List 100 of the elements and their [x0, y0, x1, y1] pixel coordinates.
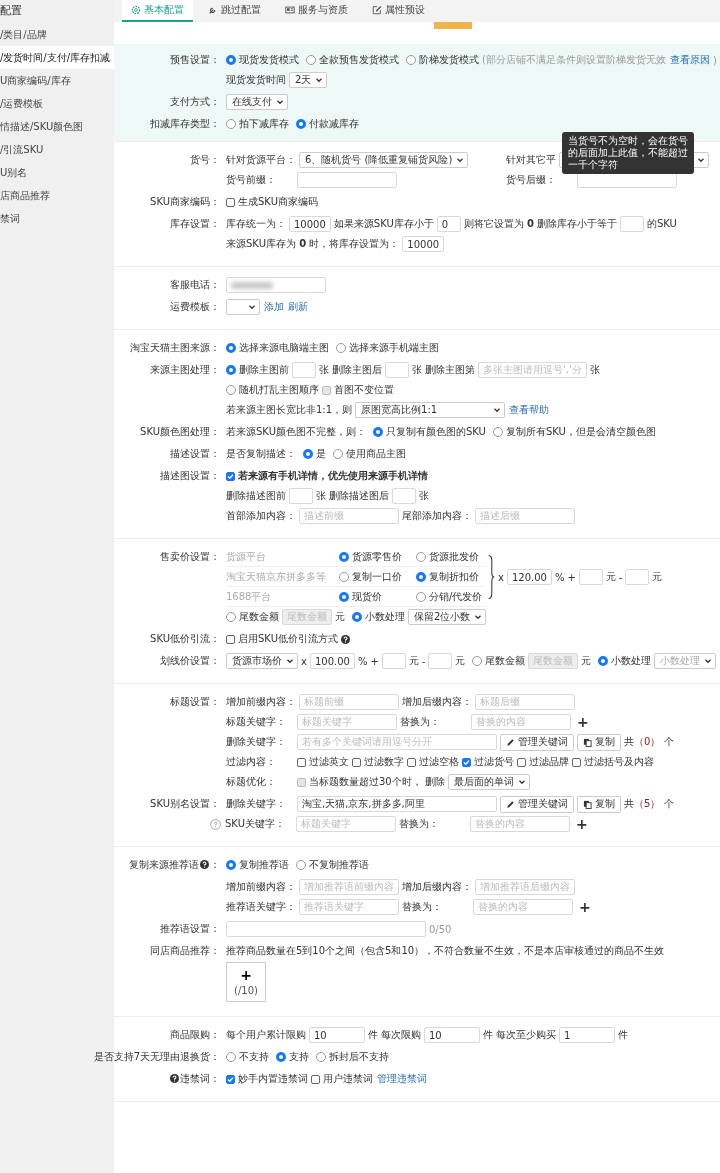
- checkbox-option[interactable]: 过滤英文: [297, 755, 349, 769]
- copy-button[interactable]: 复制: [577, 795, 621, 813]
- form-text: 删除主图后: [332, 363, 382, 377]
- radio-option[interactable]: 付款减库存: [296, 117, 359, 131]
- dropdown[interactable]: 6、随机货号 (降低重复铺货风险): [299, 152, 469, 168]
- radio-option[interactable]: 全款预售发货模式: [306, 53, 399, 67]
- dropdown[interactable]: 最后面的单词: [447, 774, 530, 790]
- row-label: 淘宝天猫主图来源：: [130, 340, 220, 355]
- copy-button[interactable]: 复制: [577, 733, 621, 751]
- radio-option[interactable]: 现货价: [339, 589, 407, 604]
- sidebar-item[interactable]: /运费模板: [0, 92, 114, 115]
- form-text: 来源SKU库存为 0 时，将库存设置为：: [226, 237, 400, 251]
- checkbox-option[interactable]: 生成SKU商家编码: [226, 195, 318, 209]
- form-text: 则将它设置为 0: [463, 217, 534, 231]
- form-text: ): [712, 54, 717, 66]
- input-field[interactable]: 120.00: [506, 569, 552, 585]
- input-field[interactable]: 0: [436, 216, 461, 232]
- radio-option[interactable]: 删除主图前: [226, 363, 289, 377]
- radio-option[interactable]: 尾数金额: [472, 654, 526, 668]
- checkbox-option[interactable]: 过滤品牌: [517, 755, 569, 769]
- radio-option[interactable]: 只复制有颜色图的SKU: [372, 425, 486, 439]
- checkbox-option[interactable]: 过滤货号: [462, 755, 514, 769]
- sidebar-item[interactable]: /发货时间/支付/库存扣减: [0, 46, 114, 69]
- input-field[interactable]: 10000: [289, 216, 331, 232]
- checkbox-option[interactable]: 过滤括号及内容: [572, 755, 654, 769]
- radio-option[interactable]: 不复制推荐语: [296, 858, 369, 872]
- form-text: 元: [652, 570, 663, 584]
- add-button[interactable]: +: [573, 817, 591, 831]
- field-label: 过滤内容：: [226, 755, 277, 769]
- radio-option[interactable]: 小数处理: [598, 654, 652, 668]
- radio-option[interactable]: 货源零售价: [339, 549, 407, 564]
- sidebar-item[interactable]: 禁词: [0, 207, 114, 230]
- form-text: 张: [589, 363, 600, 377]
- checkbox-option[interactable]: 若来源有手机详情，优先使用来源手机详情: [226, 469, 428, 483]
- row-label: 扣减库存类型：: [150, 116, 220, 131]
- radio-option[interactable]: 选择来源手机端主图: [336, 341, 439, 355]
- dropdown[interactable]: 2天: [289, 72, 328, 88]
- count-text: 共（5） 个: [624, 797, 674, 811]
- checkbox-option[interactable]: 用户违禁词: [311, 1072, 373, 1086]
- radio-option[interactable]: 支持: [276, 1050, 309, 1064]
- sidebar-item[interactable]: /类目/品牌: [0, 23, 114, 46]
- row-label: 划线价设置：: [160, 653, 220, 668]
- input-field[interactable]: 100.00: [309, 653, 355, 669]
- checkbox-option[interactable]: 过滤数字: [352, 755, 404, 769]
- link[interactable]: 管理违禁词: [377, 1072, 427, 1086]
- add-button[interactable]: +: [576, 900, 594, 914]
- sidebar-item[interactable]: U别名: [0, 161, 114, 184]
- tab[interactable]: 跳过配置: [199, 0, 270, 22]
- radio-option[interactable]: 复制推荐语: [226, 858, 289, 872]
- tab[interactable]: 属性预设: [363, 0, 434, 22]
- form-text: %: [357, 655, 368, 667]
- sidebar-item[interactable]: 店商品推荐: [0, 184, 114, 207]
- radio-option[interactable]: 拆封后不支持: [316, 1050, 389, 1064]
- sidebar-item[interactable]: /引流SKU: [0, 138, 114, 161]
- dropdown[interactable]: 货源市场价: [226, 653, 298, 669]
- dropdown[interactable]: 保留2位小数: [408, 609, 487, 625]
- radio-option[interactable]: 复制所有SKU，但是会清空颜色图: [492, 425, 656, 439]
- radio-option[interactable]: 随机打乱主图顺序: [226, 383, 319, 397]
- radio-option[interactable]: 小数处理: [352, 610, 405, 624]
- radio-option[interactable]: 复制折扣价: [416, 569, 484, 584]
- checkbox-option[interactable]: 启用SKU低价引流方式: [226, 632, 338, 646]
- form-text: 件: [618, 1028, 628, 1042]
- input-field[interactable]: 10: [309, 1027, 365, 1043]
- link[interactable]: 添加: [264, 300, 284, 314]
- radio-option[interactable]: 是: [303, 447, 326, 461]
- add-button[interactable]: +: [574, 715, 592, 729]
- radio-option[interactable]: 尾数金额: [226, 610, 279, 624]
- input-field[interactable]: 10000: [402, 236, 445, 252]
- checkbox-option[interactable]: 过滤空格: [407, 755, 459, 769]
- row-label: 描述图设置：: [160, 468, 220, 483]
- link[interactable]: 查看原因: [669, 53, 710, 67]
- tab[interactable]: 服务与资质: [276, 0, 357, 22]
- radio-option[interactable]: 分销/代发价: [416, 589, 484, 604]
- radio-option[interactable]: 阶梯发货模式: [406, 53, 479, 67]
- radio-option[interactable]: 拍下减库存: [226, 117, 289, 131]
- form-text: 删除库存小于等于: [536, 217, 617, 231]
- radio-option[interactable]: 使用商品主图: [333, 447, 406, 461]
- link[interactable]: 刷新: [288, 300, 308, 314]
- form-text: 针对货源平台：: [226, 153, 296, 167]
- radio-option[interactable]: 不支持: [226, 1050, 269, 1064]
- sidebar-item[interactable]: U商家编码/库存: [0, 69, 114, 92]
- input-field[interactable]: 10: [424, 1027, 480, 1043]
- form-text: 张: [319, 363, 329, 377]
- radio-option[interactable]: 选择来源电脑端主图: [226, 341, 329, 355]
- radio-option[interactable]: 复制一口价: [339, 569, 407, 584]
- sidebar-item[interactable]: 情描述/SKU颜色图: [0, 115, 114, 138]
- input-field[interactable]: 1: [559, 1027, 615, 1043]
- radio-option[interactable]: 货源批发价: [416, 549, 484, 564]
- dropdown[interactable]: 在线支付: [226, 94, 288, 110]
- count-text: 共（0） 个: [624, 735, 674, 749]
- radio-option[interactable]: 现货发货模式: [226, 53, 299, 67]
- checkbox-option[interactable]: 妙手内置违禁词: [226, 1072, 308, 1086]
- dropdown[interactable]: 原图宽高比例1:1: [355, 402, 506, 418]
- edit-button[interactable]: 管理关键词: [500, 733, 574, 751]
- add-tile[interactable]: + (/10): [226, 962, 266, 1002]
- edit-button[interactable]: 管理关键词: [500, 795, 574, 813]
- field-label: 推荐语关键字：: [226, 900, 296, 914]
- input-field[interactable]: 淘宝,天猫,京东,拼多多,阿里: [297, 796, 497, 812]
- link[interactable]: 查看帮助: [509, 403, 550, 417]
- field-label: 增加前缀内容：: [226, 695, 296, 709]
